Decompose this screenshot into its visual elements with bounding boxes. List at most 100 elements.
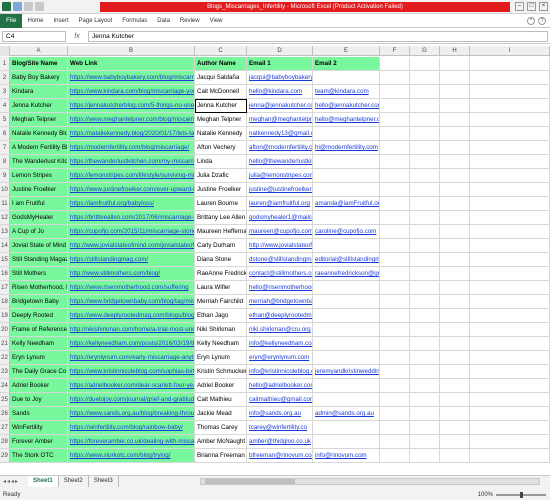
save-icon[interactable] <box>13 2 22 11</box>
row-number[interactable]: 24 <box>0 379 10 393</box>
cell-web-link[interactable]: http://www.stillmothers.com/blog/ <box>68 267 195 281</box>
tab-formulas[interactable]: Formulas <box>117 18 152 24</box>
cell-email-2[interactable] <box>313 435 380 449</box>
tab-file[interactable]: File <box>0 13 23 28</box>
cell-web-link[interactable]: https://thewanderlustkitchen.com/my-misc… <box>68 155 195 169</box>
cell-web-link[interactable]: https://duetojoy.com/journal/grief-and-g… <box>68 393 195 407</box>
empty-cell[interactable] <box>410 421 440 435</box>
empty-cell[interactable] <box>440 407 470 421</box>
column-title[interactable]: Author Name <box>195 57 247 71</box>
empty-cell[interactable] <box>410 127 440 141</box>
cell-email-1[interactable]: hello@risenmotherhood.com <box>247 281 313 295</box>
empty-cell[interactable] <box>470 113 550 127</box>
sheet-tab-1[interactable]: Sheet1 <box>28 476 59 487</box>
empty-cell[interactable] <box>380 155 410 169</box>
empty-cell[interactable] <box>410 337 440 351</box>
cell-email-2[interactable]: raeannefredrickson@gmail.com <box>313 267 380 281</box>
empty-cell[interactable] <box>380 407 410 421</box>
empty-cell[interactable] <box>380 169 410 183</box>
empty-cell[interactable] <box>410 183 440 197</box>
empty-cell[interactable] <box>470 169 550 183</box>
cell-author-name[interactable]: Ethan Jago <box>195 309 247 323</box>
empty-cell[interactable] <box>410 365 440 379</box>
cell-author-name[interactable]: Niki Shirkman <box>195 323 247 337</box>
select-all-corner[interactable] <box>0 46 10 56</box>
column-title[interactable]: Web Link <box>68 57 195 71</box>
cell-author-name[interactable]: Brittany Lee Allen <box>195 211 247 225</box>
empty-cell[interactable] <box>410 239 440 253</box>
cell-web-link[interactable]: https://www.deeplyrootedmag.com/blogs/bl… <box>68 309 195 323</box>
row-number[interactable]: 3 <box>0 85 10 99</box>
row-number[interactable]: 1 <box>0 57 10 71</box>
empty-cell[interactable] <box>410 267 440 281</box>
cell-author-name[interactable]: Merriah Fairchild <box>195 295 247 309</box>
cell-blog-name[interactable]: Deeply Rooted <box>10 309 68 323</box>
empty-cell[interactable] <box>470 127 550 141</box>
cell-email-2[interactable] <box>313 155 380 169</box>
empty-cell[interactable] <box>380 449 410 463</box>
empty-cell[interactable] <box>440 253 470 267</box>
cell-web-link[interactable]: https://erynlynum.com/early-miscarriage-… <box>68 351 195 365</box>
row-number[interactable]: 11 <box>0 197 10 211</box>
cell-email-1[interactable]: info@sands.org.au <box>247 407 313 421</box>
row-number[interactable]: 27 <box>0 421 10 435</box>
empty-cell[interactable] <box>380 337 410 351</box>
cell-email-1[interactable]: ethan@deeplyrootedmag.com <box>247 309 313 323</box>
cell-author-name[interactable]: Afton Vechery <box>195 141 247 155</box>
empty-cell[interactable] <box>440 225 470 239</box>
cell-email-1[interactable]: http://www.jovialstateofmind.com/speakin… <box>247 239 313 253</box>
cell-email-2[interactable]: admin@sands.org.au <box>313 407 380 421</box>
empty-cell[interactable] <box>470 323 550 337</box>
cell-email-2[interactable] <box>313 127 380 141</box>
row-number[interactable]: 16 <box>0 267 10 281</box>
cell-blog-name[interactable]: Kindara <box>10 85 68 99</box>
cell-author-name[interactable]: Diana Stone <box>195 253 247 267</box>
cell-email-1[interactable]: dstone@stillstandingmag.com <box>247 253 313 267</box>
cell-author-name[interactable]: Kristin Schmucker <box>195 365 247 379</box>
empty-cell[interactable] <box>440 113 470 127</box>
empty-cell[interactable] <box>440 267 470 281</box>
cell-email-1[interactable]: niki.shirkman@cru.org <box>247 323 313 337</box>
cell-email-2[interactable] <box>313 323 380 337</box>
cell-author-name[interactable]: Laura Wifler <box>195 281 247 295</box>
empty-cell[interactable] <box>410 435 440 449</box>
empty-cell[interactable] <box>470 57 550 71</box>
scroll-thumb[interactable] <box>205 479 295 484</box>
cell-web-link[interactable]: http://nikishirkman.com/home/a-trial-mos… <box>68 323 195 337</box>
empty-cell[interactable] <box>470 309 550 323</box>
cell-email-1[interactable]: lauren@iamfruitful.org <box>247 197 313 211</box>
tab-home[interactable]: Home <box>22 18 48 24</box>
cell-blog-name[interactable]: Risen Motherhood, LLC <box>10 281 68 295</box>
empty-cell[interactable] <box>440 155 470 169</box>
empty-cell[interactable] <box>410 211 440 225</box>
column-header-g[interactable]: G <box>410 46 440 56</box>
zoom-slider-knob[interactable] <box>520 492 523 498</box>
cell-author-name[interactable]: Kelly Needham <box>195 337 247 351</box>
empty-cell[interactable] <box>380 435 410 449</box>
empty-cell[interactable] <box>410 71 440 85</box>
cell-email-2[interactable] <box>313 421 380 435</box>
empty-cell[interactable] <box>470 99 550 113</box>
cell-author-name[interactable]: Meghan Telpner <box>195 113 247 127</box>
column-title[interactable]: Email 1 <box>247 57 313 71</box>
cell-web-link[interactable]: https://www.kindara.com/blog/miscarriage… <box>68 85 195 99</box>
empty-cell[interactable] <box>380 253 410 267</box>
row-number[interactable]: 15 <box>0 253 10 267</box>
worksheet-grid[interactable]: 1 Blog/Site Name Web Link Author Name Email … <box>0 57 550 475</box>
cell-email-2[interactable] <box>313 309 380 323</box>
empty-cell[interactable] <box>440 323 470 337</box>
empty-cell[interactable] <box>380 99 410 113</box>
cell-blog-name[interactable]: WinFertility <box>10 421 68 435</box>
empty-cell[interactable] <box>440 71 470 85</box>
cell-blog-name[interactable]: Jenna Kutcher <box>10 99 68 113</box>
empty-cell[interactable] <box>440 351 470 365</box>
cell-blog-name[interactable]: The Wanderlust Kitchen <box>10 155 68 169</box>
cell-author-name[interactable]: Cait Mathieu <box>195 393 247 407</box>
cell-web-link[interactable]: https://www.sands.org.au/blog/breaking-t… <box>68 407 195 421</box>
row-number[interactable]: 5 <box>0 113 10 127</box>
cell-email-1[interactable]: maureen@cupofjo.com <box>247 225 313 239</box>
cell-email-1[interactable]: afton@modernfertility.com <box>247 141 313 155</box>
empty-cell[interactable] <box>380 225 410 239</box>
empty-cell[interactable] <box>410 141 440 155</box>
row-number[interactable]: 20 <box>0 323 10 337</box>
